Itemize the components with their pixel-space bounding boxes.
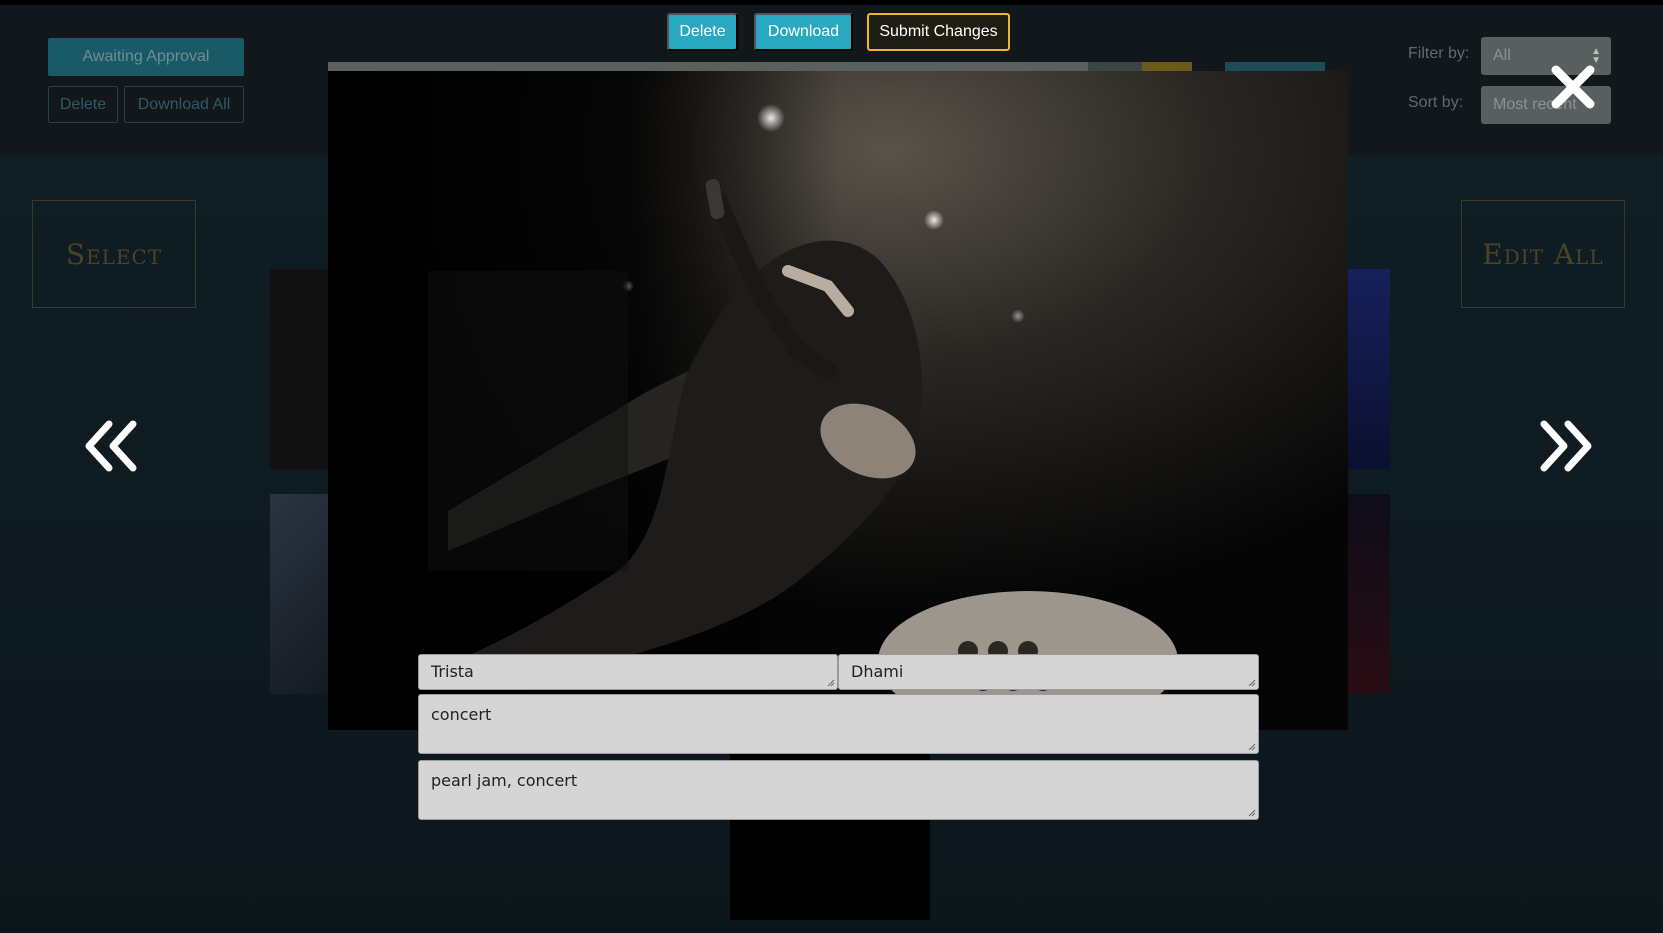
preview-photo	[328, 71, 1348, 730]
select-button[interactable]: Select	[32, 200, 196, 308]
resize-handle-icon[interactable]	[1248, 743, 1256, 751]
delete-all-button[interactable]: Delete	[48, 86, 118, 123]
first-name-value: Trista	[431, 662, 474, 681]
resize-handle-icon[interactable]	[1248, 679, 1256, 687]
last-name-value: Dhami	[851, 662, 904, 681]
gallery-thumbnail[interactable]	[1346, 269, 1390, 469]
gallery-thumbnail[interactable]	[730, 730, 930, 920]
tags-field[interactable]: pearl jam, concert	[418, 760, 1259, 820]
description-value: concert	[431, 705, 492, 724]
awaiting-approval-button[interactable]: Awaiting Approval	[48, 38, 244, 76]
concert-photo-image	[328, 71, 1348, 730]
close-icon[interactable]	[1548, 62, 1598, 112]
tags-value: pearl jam, concert	[431, 771, 578, 790]
download-button[interactable]: Download	[754, 13, 853, 51]
top-edge	[0, 0, 1663, 5]
download-all-button[interactable]: Download All	[124, 86, 244, 123]
submit-changes-button[interactable]: Submit Changes	[867, 13, 1010, 51]
description-field[interactable]: concert	[418, 694, 1259, 754]
resize-handle-icon[interactable]	[827, 679, 835, 687]
gallery-thumbnail[interactable]	[270, 269, 330, 469]
edit-all-button[interactable]: Edit All	[1461, 200, 1625, 308]
chevron-double-left-icon[interactable]	[83, 418, 139, 474]
gallery-thumbnail[interactable]	[270, 494, 330, 694]
chevron-double-right-icon[interactable]	[1538, 418, 1594, 474]
last-name-field[interactable]: Dhami	[838, 654, 1259, 690]
delete-button[interactable]: Delete	[667, 13, 738, 51]
gallery-thumbnail[interactable]	[1346, 494, 1390, 694]
resize-handle-icon[interactable]	[1248, 809, 1256, 817]
sort-label: Sort by:	[1408, 94, 1464, 111]
filter-value: All	[1493, 47, 1511, 64]
first-name-field[interactable]: Trista	[418, 654, 838, 690]
filter-label: Filter by:	[1408, 45, 1470, 62]
